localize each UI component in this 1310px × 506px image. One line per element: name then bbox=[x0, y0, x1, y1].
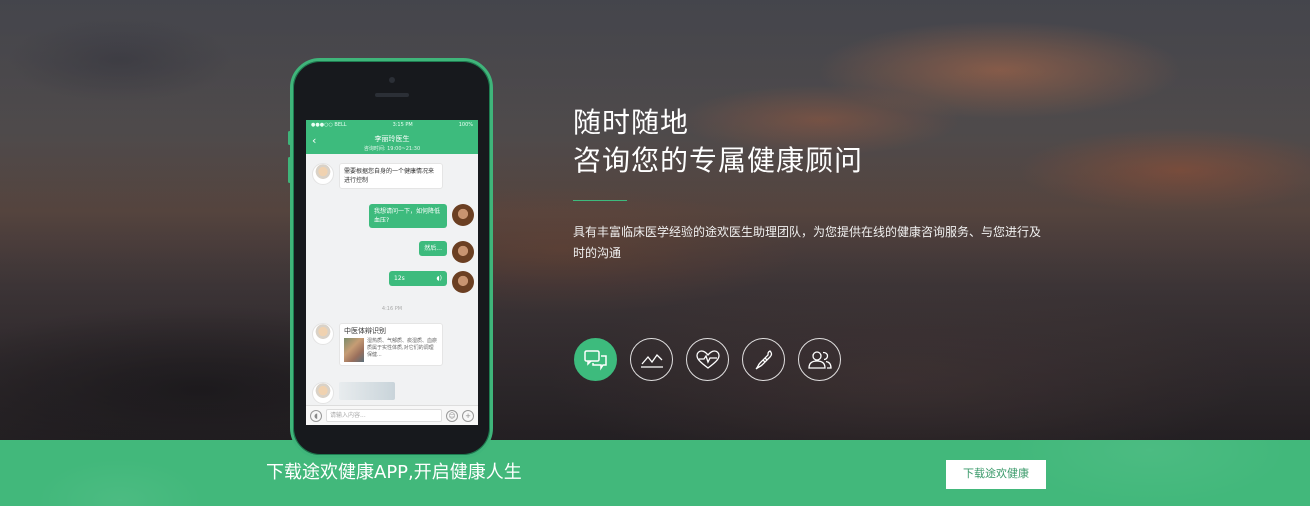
download-app-button[interactable]: 下载途欢健康 bbox=[946, 460, 1046, 489]
user-avatar bbox=[452, 204, 474, 226]
feature-thermometer-button[interactable] bbox=[742, 338, 785, 381]
chat-input-bar: ◖ 请输入内容... ☺ + bbox=[306, 405, 478, 425]
phone-speaker bbox=[375, 93, 409, 97]
phone-status-bar: ●●●○○ BELL 3:15 PM 100% bbox=[306, 120, 478, 130]
chat-message-user: 然后... bbox=[419, 241, 474, 263]
phone-mockup: ●●●○○ BELL 3:15 PM 100% ‹ 李丽玲医生 咨询时间: 19… bbox=[288, 58, 493, 458]
voice-input-icon[interactable]: ◖ bbox=[310, 409, 322, 422]
chat-message-doctor bbox=[312, 382, 395, 404]
thermometer-icon bbox=[755, 349, 772, 369]
doctor-name: 李丽玲医生 bbox=[374, 135, 410, 143]
feature-users-button[interactable] bbox=[798, 338, 841, 381]
chat-message-doctor-card[interactable]: 中医体辩识别 湿热质、气郁质、痰湿质、血瘀质属于实性体质,对它们的调理保健... bbox=[312, 323, 443, 366]
status-time: 3:15 PM bbox=[392, 122, 413, 128]
heart-pulse-icon bbox=[695, 349, 720, 369]
feature-heart-button[interactable] bbox=[686, 338, 729, 381]
voice-wave-icon: ◖) bbox=[436, 275, 442, 282]
add-icon[interactable]: + bbox=[462, 409, 474, 422]
doctor-avatar bbox=[312, 323, 334, 345]
phone-side-button bbox=[288, 157, 291, 183]
chat-voice-message[interactable]: 12s ◖) bbox=[389, 271, 474, 293]
chat-bubbles-icon bbox=[583, 349, 607, 370]
phone-screen: ●●●○○ BELL 3:15 PM 100% ‹ 李丽玲医生 咨询时间: 19… bbox=[306, 120, 478, 425]
chat-message-doctor: 需要根据您自身的一个健康情况来进行控制 bbox=[312, 163, 443, 189]
message-bubble: 然后... bbox=[419, 241, 447, 256]
article-card[interactable]: 中医体辩识别 湿热质、气郁质、痰湿质、血瘀质属于实性体质,对它们的调理保健... bbox=[339, 323, 443, 366]
emoji-icon[interactable]: ☺ bbox=[446, 409, 458, 422]
message-input[interactable]: 请输入内容... bbox=[326, 409, 442, 422]
download-bar: 下载途欢健康APP,开启健康人生 下载途欢健康 bbox=[0, 440, 1310, 506]
user-avatar bbox=[452, 271, 474, 293]
chat-timestamp: 4:16 PM bbox=[381, 306, 403, 312]
feature-icons bbox=[574, 338, 841, 381]
hero-headline: 随时随地 咨询您的专属健康顾问 bbox=[573, 104, 863, 180]
hero-description: 具有丰富临床医学经验的途欢医生助理团队，为您提供在线的健康咨询服务、与您进行及时… bbox=[573, 225, 1042, 260]
trend-chart-icon bbox=[640, 353, 663, 368]
users-icon bbox=[807, 350, 832, 369]
user-avatar bbox=[452, 241, 474, 263]
feature-chat-button[interactable] bbox=[574, 338, 617, 381]
card-thumbnail bbox=[344, 338, 364, 362]
phone-side-button bbox=[288, 131, 291, 145]
feature-trend-button[interactable] bbox=[630, 338, 673, 381]
carrier-label: ●●●○○ BELL bbox=[311, 122, 347, 128]
card-text: 湿热质、气郁质、痰湿质、血瘀质属于实性体质,对它们的调理保健... bbox=[367, 338, 438, 358]
card-title: 中医体辩识别 bbox=[344, 327, 386, 335]
message-bubble: 我想请问一下，如何降低血压? bbox=[369, 204, 447, 228]
voice-bubble[interactable]: 12s ◖) bbox=[389, 271, 447, 286]
download-title: 下载途欢健康APP,开启健康人生 bbox=[266, 462, 522, 483]
chat-message-user: 我想请问一下，如何降低血压? bbox=[369, 204, 474, 228]
battery-label: 100% bbox=[458, 122, 473, 128]
image-message[interactable] bbox=[339, 382, 395, 400]
phone-camera bbox=[389, 77, 395, 83]
doctor-avatar bbox=[312, 382, 334, 404]
chat-header: ‹ 李丽玲医生 咨询时间: 19:00~21:30 bbox=[306, 130, 478, 154]
headline-line-1: 随时随地 bbox=[573, 106, 690, 139]
message-bubble: 需要根据您自身的一个健康情况来进行控制 bbox=[339, 163, 443, 189]
consult-time: 咨询时间: 19:00~21:30 bbox=[363, 146, 421, 152]
doctor-avatar bbox=[312, 163, 334, 185]
voice-duration: 12s bbox=[394, 275, 405, 282]
headline-line-2: 咨询您的专属健康顾问 bbox=[573, 144, 864, 177]
headline-divider bbox=[573, 200, 627, 201]
